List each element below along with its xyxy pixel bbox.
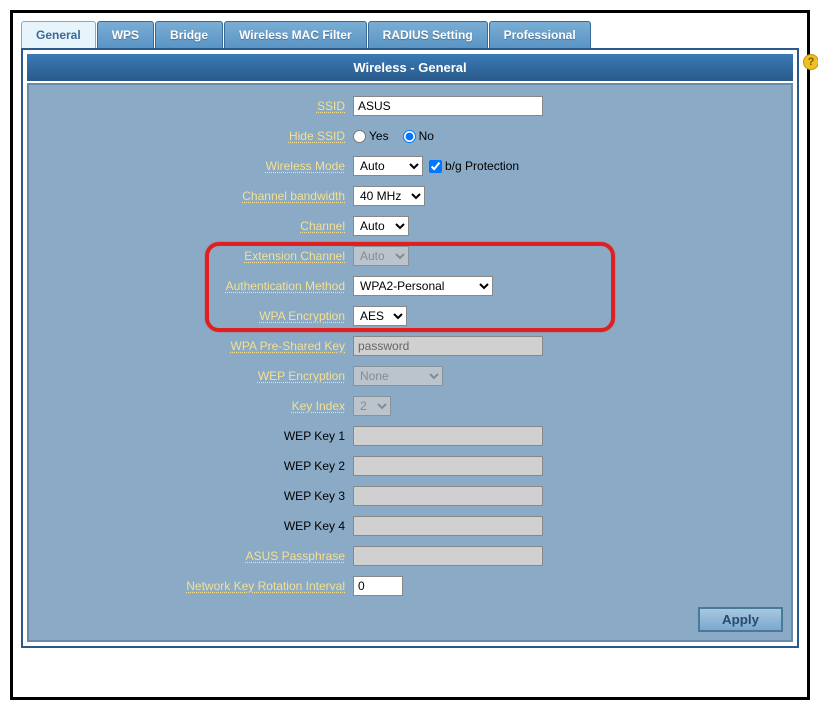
key-index-select: 2 bbox=[353, 396, 391, 416]
extension-channel-select: Auto bbox=[353, 246, 409, 266]
label-auth-method: Authentication Method bbox=[33, 279, 353, 293]
tab-bar: General WPS Bridge Wireless MAC Filter R… bbox=[21, 21, 799, 48]
label-wpa-psk: WPA Pre-Shared Key bbox=[33, 339, 353, 353]
ssid-input[interactable] bbox=[353, 96, 543, 116]
wpa-encryption-select[interactable]: AES bbox=[353, 306, 407, 326]
main-panel: ? Wireless - General SSID Hide SSID Y bbox=[21, 48, 799, 648]
label-key-index: Key Index bbox=[33, 399, 353, 413]
auth-method-select[interactable]: WPA2-Personal bbox=[353, 276, 493, 296]
row-wep-key-1: WEP Key 1 bbox=[33, 421, 787, 451]
tab-wps[interactable]: WPS bbox=[97, 21, 154, 48]
bg-protection-checkbox[interactable] bbox=[429, 160, 442, 173]
hide-ssid-yes-label: Yes bbox=[369, 129, 389, 143]
bg-protection-option[interactable]: b/g Protection bbox=[429, 159, 519, 173]
bg-protection-label: b/g Protection bbox=[445, 159, 519, 173]
hide-ssid-yes-option[interactable]: Yes bbox=[353, 129, 389, 143]
row-extension-channel: Extension Channel Auto bbox=[33, 241, 787, 271]
channel-select[interactable]: Auto bbox=[353, 216, 409, 236]
label-wpa-encryption: WPA Encryption bbox=[33, 309, 353, 323]
tab-radius-setting[interactable]: RADIUS Setting bbox=[368, 21, 488, 48]
label-hide-ssid: Hide SSID bbox=[33, 129, 353, 143]
row-wpa-encryption: WPA Encryption AES bbox=[33, 301, 787, 331]
row-channel-bandwidth: Channel bandwidth 40 MHz bbox=[33, 181, 787, 211]
row-wireless-mode: Wireless Mode Auto b/g Protection bbox=[33, 151, 787, 181]
row-ssid: SSID bbox=[33, 91, 787, 121]
label-wep-key-2: WEP Key 2 bbox=[33, 459, 353, 473]
label-wep-key-3: WEP Key 3 bbox=[33, 489, 353, 503]
row-rotation-interval: Network Key Rotation Interval bbox=[33, 571, 787, 601]
hide-ssid-no-label: No bbox=[419, 129, 434, 143]
wpa-psk-input bbox=[353, 336, 543, 356]
form-area: SSID Hide SSID Yes No bbox=[27, 83, 793, 642]
row-wep-encryption: WEP Encryption None bbox=[33, 361, 787, 391]
row-wpa-psk: WPA Pre-Shared Key bbox=[33, 331, 787, 361]
wireless-mode-select[interactable]: Auto bbox=[353, 156, 423, 176]
tab-wireless-mac-filter[interactable]: Wireless MAC Filter bbox=[224, 21, 367, 48]
tab-general[interactable]: General bbox=[21, 21, 96, 48]
page-container: General WPS Bridge Wireless MAC Filter R… bbox=[10, 10, 810, 700]
row-asus-passphrase: ASUS Passphrase bbox=[33, 541, 787, 571]
label-wep-key-1: WEP Key 1 bbox=[33, 429, 353, 443]
tab-professional[interactable]: Professional bbox=[489, 21, 591, 48]
row-wep-key-2: WEP Key 2 bbox=[33, 451, 787, 481]
label-wep-encryption: WEP Encryption bbox=[33, 369, 353, 383]
row-wep-key-4: WEP Key 4 bbox=[33, 511, 787, 541]
row-key-index: Key Index 2 bbox=[33, 391, 787, 421]
row-channel: Channel Auto bbox=[33, 211, 787, 241]
wep-key-3-input bbox=[353, 486, 543, 506]
channel-bandwidth-select[interactable]: 40 MHz bbox=[353, 186, 425, 206]
label-ssid: SSID bbox=[33, 99, 353, 113]
wep-encryption-select: None bbox=[353, 366, 443, 386]
wep-key-4-input bbox=[353, 516, 543, 536]
label-rotation-interval: Network Key Rotation Interval bbox=[33, 579, 353, 593]
panel-title: Wireless - General bbox=[27, 54, 793, 81]
label-asus-passphrase: ASUS Passphrase bbox=[33, 549, 353, 563]
hide-ssid-no-option[interactable]: No bbox=[403, 129, 434, 143]
label-extension-channel: Extension Channel bbox=[33, 249, 353, 263]
wep-key-1-input bbox=[353, 426, 543, 446]
label-wep-key-4: WEP Key 4 bbox=[33, 519, 353, 533]
wep-key-2-input bbox=[353, 456, 543, 476]
rotation-interval-input[interactable] bbox=[353, 576, 403, 596]
tab-bridge[interactable]: Bridge bbox=[155, 21, 223, 48]
help-icon[interactable]: ? bbox=[803, 54, 818, 70]
form-wrapper: SSID Hide SSID Yes No bbox=[27, 83, 793, 642]
hide-ssid-yes-radio[interactable] bbox=[353, 130, 366, 143]
apply-row: Apply bbox=[33, 601, 787, 634]
label-channel-bandwidth: Channel bandwidth bbox=[33, 189, 353, 203]
row-wep-key-3: WEP Key 3 bbox=[33, 481, 787, 511]
hide-ssid-no-radio[interactable] bbox=[403, 130, 416, 143]
row-auth-method: Authentication Method WPA2-Personal bbox=[33, 271, 787, 301]
label-channel: Channel bbox=[33, 219, 353, 233]
apply-button[interactable]: Apply bbox=[698, 607, 783, 632]
asus-passphrase-input bbox=[353, 546, 543, 566]
row-hide-ssid: Hide SSID Yes No bbox=[33, 121, 787, 151]
label-wireless-mode: Wireless Mode bbox=[33, 159, 353, 173]
